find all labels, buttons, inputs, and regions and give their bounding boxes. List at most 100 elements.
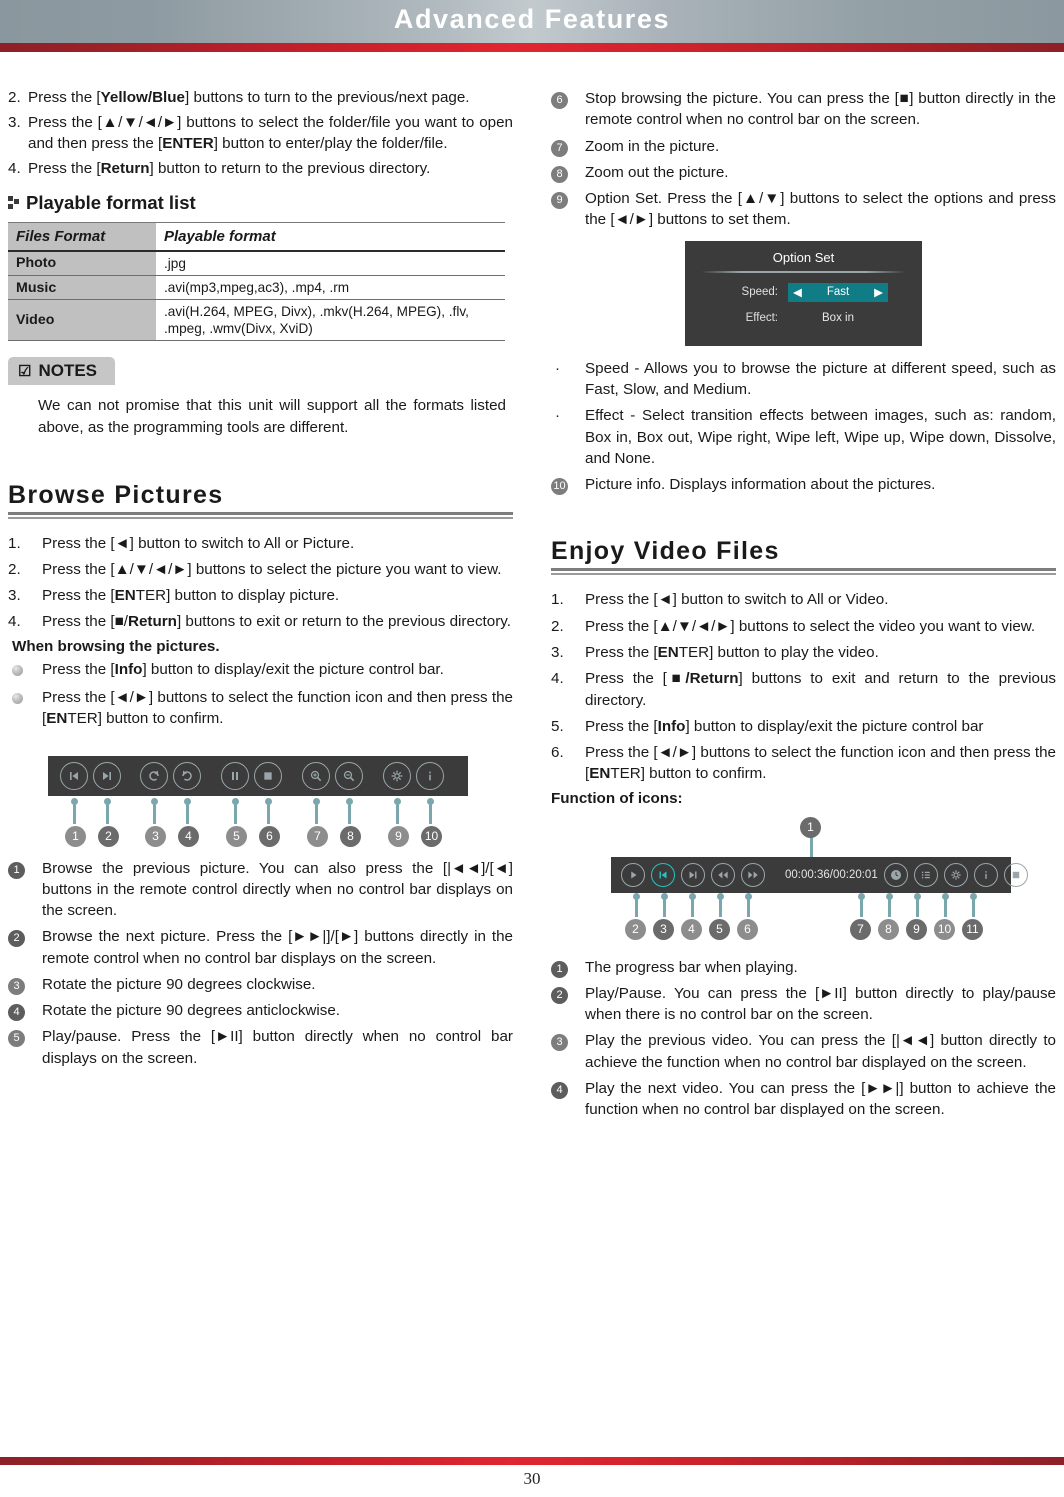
- footer-divider: [0, 1457, 1064, 1465]
- video-control-bar-icons: 00:00:36/00:20:01: [611, 857, 1034, 893]
- settings-gear-icon[interactable]: [383, 761, 411, 790]
- list-item: 2 Browse the next picture. Press the [►►…: [8, 926, 513, 969]
- list-item: 1. Press the [◄] button to switch to All…: [8, 533, 513, 554]
- info-icon[interactable]: [416, 761, 444, 790]
- callout-marker: 7: [850, 918, 871, 940]
- speed-label: Speed:: [741, 286, 778, 299]
- rewind-icon[interactable]: [711, 862, 735, 887]
- callout-stem: [313, 797, 320, 824]
- step-text: Press the [▲/▼/◄/►] buttons to select th…: [42, 560, 502, 578]
- callout-marker: 1: [800, 816, 821, 838]
- speed-selector[interactable]: ◀ Fast ▶: [788, 282, 888, 302]
- skip-next-icon[interactable]: [681, 862, 705, 887]
- callout-marker: 8: [878, 918, 899, 940]
- list-item: 4. Press the [■/Return] buttons to exit …: [551, 668, 1056, 711]
- effect-label: Effect:: [745, 311, 778, 324]
- skip-previous-icon[interactable]: [651, 862, 675, 887]
- picture-control-bar-figure: 1 2 3 4 5 6 7 8 9 10: [8, 755, 513, 852]
- stop-icon[interactable]: [1003, 862, 1028, 887]
- heading-rule-thin: [8, 516, 513, 519]
- list-item: 6. Press the [◄/►] buttons to select the…: [551, 742, 1056, 785]
- list-item: 2. Press the [▲/▼/◄/►] buttons to select…: [551, 616, 1056, 637]
- callout-stem: [346, 797, 353, 824]
- function-number-badge: 10: [551, 474, 585, 496]
- bullet-dot-icon: [8, 659, 42, 682]
- step-number: 2.: [8, 560, 21, 578]
- middot-bullet-icon: ·: [555, 359, 560, 377]
- callout-stem: [858, 892, 865, 917]
- rotate-anticlockwise-icon[interactable]: [173, 761, 201, 790]
- play-icon[interactable]: [621, 862, 645, 887]
- list-item: 2. Press the [▲/▼/◄/►] buttons to select…: [8, 559, 513, 580]
- enjoy-video-heading: Enjoy Video Files: [551, 537, 1056, 576]
- callout-marker: 4: [681, 918, 702, 940]
- function-number-badge: 1: [551, 957, 585, 978]
- playlist-icon[interactable]: [913, 862, 938, 887]
- step-text: Press the [■/Return] buttons to exit or …: [42, 613, 511, 631]
- callout-marker: 9: [388, 825, 409, 847]
- callout-marker: 10: [421, 825, 442, 847]
- skip-next-icon[interactable]: [93, 761, 121, 790]
- zoom-out-icon[interactable]: [335, 761, 363, 790]
- list-item: 1 Browse the previous picture. You can a…: [8, 858, 513, 922]
- list-item: Press the [◄/►] buttons to select the fu…: [8, 687, 513, 730]
- rotate-clockwise-icon[interactable]: [140, 761, 168, 790]
- left-arrow-icon[interactable]: ◀: [793, 285, 802, 299]
- when-browsing-label: When browsing the pictures.: [12, 637, 220, 655]
- function-number-badge: 9: [551, 188, 585, 231]
- table-row: Photo .jpg: [8, 250, 505, 276]
- list-item: Press the [Info] button to display/exit …: [8, 659, 513, 682]
- callout-marker: 1: [65, 825, 86, 847]
- video-time-display: 00:00:36/00:20:01: [785, 868, 878, 881]
- zoom-in-icon[interactable]: [302, 761, 330, 790]
- option-bullets-list: · Speed - Allows you to browse the pictu…: [551, 358, 1056, 496]
- list-item: 3. Press the [ENTER] button to display p…: [8, 585, 513, 606]
- step-text: Press the [Yellow/Blue] buttons to turn …: [28, 89, 470, 106]
- function-text: Play/Pause. You can press the [►II] butt…: [585, 984, 1056, 1024]
- list-item: 5. Press the [Info] button to display/ex…: [551, 716, 1056, 737]
- effect-value[interactable]: Box in: [788, 312, 888, 324]
- notes-label: NOTES: [38, 361, 98, 381]
- step-text: Press the [▲/▼/◄/►] buttons to select th…: [585, 617, 1036, 635]
- function-number-badge: 7: [551, 136, 585, 157]
- playable-format-table: Files Format Playable format Photo .jpg …: [8, 221, 505, 342]
- right-arrow-icon[interactable]: ▶: [874, 285, 883, 299]
- cell-playable: .jpg: [164, 255, 186, 271]
- stop-icon[interactable]: [254, 761, 282, 790]
- callout-stem: [810, 836, 813, 858]
- step-number: 4.: [8, 613, 21, 631]
- column-header-playable-format: Playable format: [156, 221, 505, 252]
- callout-stem: [745, 892, 752, 917]
- callout-marker: 7: [307, 825, 328, 847]
- callout-stem: [427, 797, 434, 824]
- settings-gear-icon[interactable]: [943, 862, 968, 887]
- step-text: Press the [ENTER] button to display pict…: [42, 587, 340, 605]
- fast-forward-icon[interactable]: [741, 862, 765, 887]
- function-text: Stop browsing the picture. You can press…: [585, 90, 1056, 129]
- list-item: 9 Option Set. Press the [▲/▼] buttons to…: [551, 188, 1056, 231]
- notes-badge: ☑ NOTES: [8, 357, 116, 386]
- bullet-text: Press the [◄/►] buttons to select the fu…: [42, 688, 513, 728]
- page-header: Advanced Features: [0, 0, 1064, 43]
- picture-control-bar-icons: [48, 756, 468, 796]
- square-bullet-icon: [8, 196, 19, 210]
- step-text: Press the [◄] button to switch to All or…: [42, 534, 355, 552]
- picture-control-bar: [48, 755, 468, 796]
- list-item: 2 Play/Pause. You can press the [►II] bu…: [551, 983, 1056, 1026]
- heading-rule-thick: [551, 568, 1056, 572]
- notes-text: We can not promise that this unit will s…: [38, 397, 506, 436]
- clock-time-icon[interactable]: [883, 862, 908, 887]
- step-item: 3. Press the [▲/▼/◄/►] buttons to select…: [8, 113, 513, 155]
- list-item: 3 Rotate the picture 90 degrees clockwis…: [8, 974, 513, 995]
- callout-marker: 6: [259, 825, 280, 847]
- table-header-row: Files Format Playable format: [8, 221, 505, 252]
- pause-icon[interactable]: [221, 761, 249, 790]
- playable-format-heading-label: Playable format list: [26, 191, 196, 213]
- heading-rule-thin: [551, 573, 1056, 576]
- skip-previous-icon[interactable]: [60, 761, 88, 790]
- heading-rule-thick: [8, 511, 513, 515]
- info-icon[interactable]: [973, 862, 998, 887]
- list-item: 5 Play/pause. Press the [►II] button dir…: [8, 1026, 513, 1069]
- enjoy-video-title: Enjoy Video Files: [551, 537, 780, 566]
- function-text: Play the previous video. You can press t…: [585, 1032, 1056, 1071]
